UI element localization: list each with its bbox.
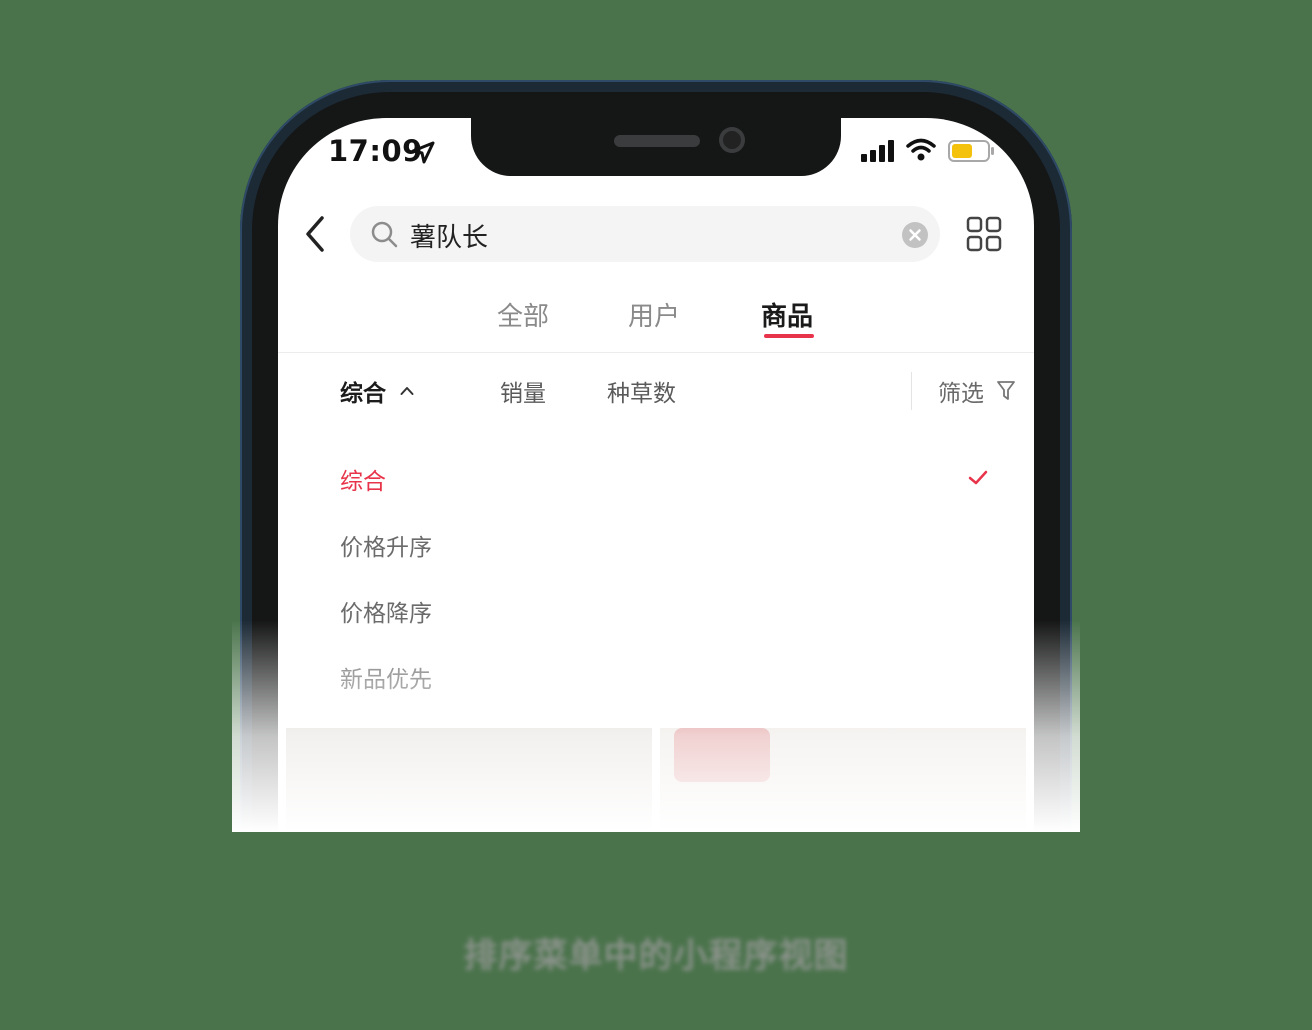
- search-query: 薯队长: [410, 223, 489, 253]
- sort-option-newest[interactable]: 新品优先: [340, 660, 432, 694]
- grid-icon[interactable]: [966, 216, 1002, 252]
- phone-notch: [471, 118, 841, 176]
- blurred-caption: 排序菜单中的小程序视图: [463, 936, 849, 976]
- tab-users[interactable]: 用户: [628, 296, 680, 333]
- product-thumbnail[interactable]: [286, 728, 652, 832]
- sort-bar-divider: [911, 372, 912, 410]
- clear-icon[interactable]: [902, 222, 928, 248]
- search-icon: [371, 221, 398, 248]
- tab-products[interactable]: 商品: [761, 296, 813, 333]
- sort-option-price-desc[interactable]: 价格降序: [340, 594, 432, 628]
- signal-icon: [861, 140, 894, 162]
- sort-comprehensive[interactable]: 综合: [340, 374, 386, 408]
- filter-button[interactable]: 筛选: [938, 374, 984, 408]
- tab-all[interactable]: 全部: [497, 296, 549, 333]
- sort-option-comprehensive[interactable]: 综合: [340, 462, 386, 496]
- device-stage: 17:09 薯队长 全部 用户 商品 综合 销量 种草数 筛选 综合 价格升序 …: [232, 60, 1080, 832]
- front-camera: [719, 127, 745, 153]
- back-icon[interactable]: [304, 214, 328, 254]
- wifi-icon: [906, 138, 936, 161]
- active-tab-indicator: [764, 334, 814, 338]
- sort-option-price-asc[interactable]: 价格升序: [340, 528, 432, 562]
- battery-icon: [948, 140, 994, 162]
- check-icon: [968, 470, 988, 485]
- phone-speaker: [614, 135, 700, 147]
- search-input[interactable]: 薯队长: [350, 206, 940, 262]
- sort-recommendations[interactable]: 种草数: [607, 374, 676, 408]
- filter-icon[interactable]: [996, 380, 1016, 402]
- phone-screen: 17:09 薯队长 全部 用户 商品 综合 销量 种草数 筛选 综合 价格升序 …: [278, 118, 1034, 832]
- toy-train-image: [674, 728, 770, 782]
- sort-sales[interactable]: 销量: [500, 374, 546, 408]
- caret-up-icon[interactable]: [400, 386, 414, 396]
- location-icon: [411, 141, 435, 164]
- product-thumbnail[interactable]: [660, 728, 1026, 832]
- status-time: 17:09: [328, 134, 423, 168]
